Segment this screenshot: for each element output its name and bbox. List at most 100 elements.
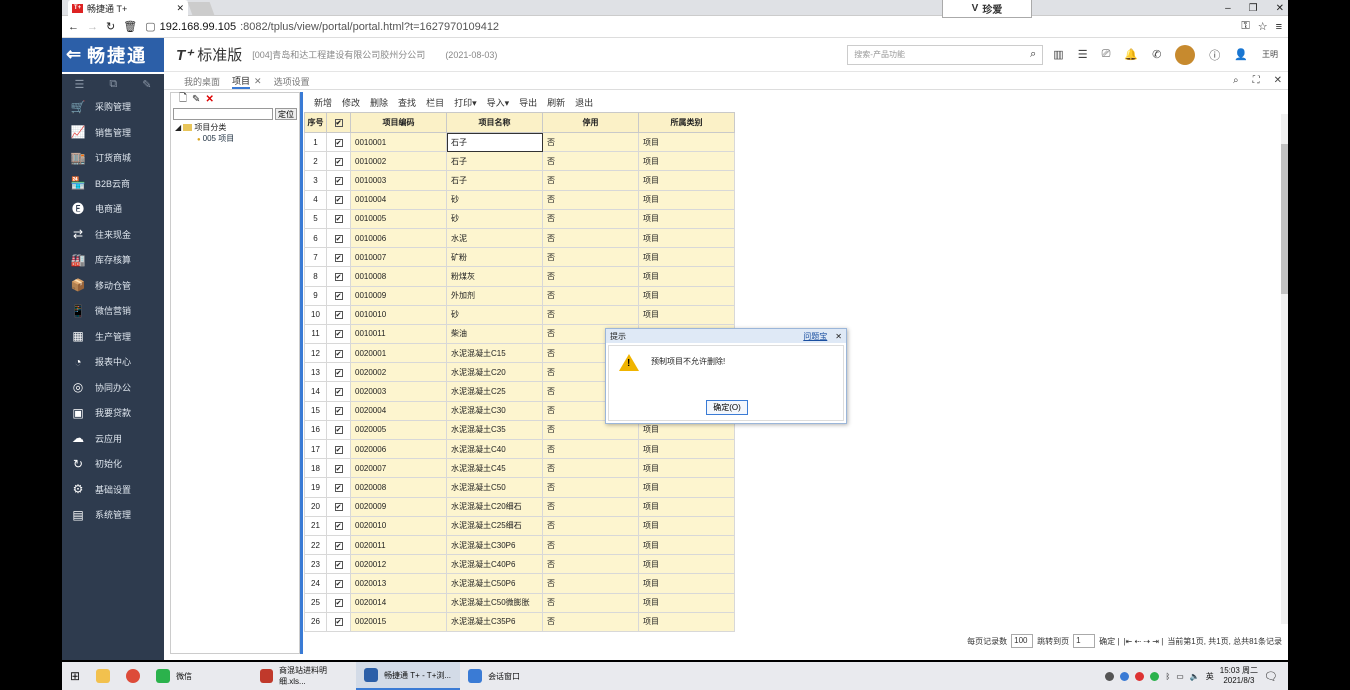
nav-item-5[interactable]: ⇄ 往来现金 bbox=[62, 222, 164, 248]
cell-disabled[interactable]: 否 bbox=[542, 534, 639, 556]
cell-category[interactable]: 项目 bbox=[638, 131, 735, 153]
row-checkbox-cell[interactable]: ✔ bbox=[326, 458, 351, 479]
row-checkbox-cell[interactable]: ✔ bbox=[326, 189, 351, 210]
toolbar-button-9[interactable]: 退出 bbox=[575, 96, 593, 109]
nav-item-12[interactable]: ▣ 我要贷款 bbox=[62, 400, 164, 426]
cell-code[interactable]: 0010004 bbox=[350, 189, 447, 210]
key-icon[interactable]: ⚿ bbox=[1241, 20, 1249, 33]
table-row[interactable]: 8 ✔ 0010008 粉煤灰否项目 bbox=[304, 266, 735, 287]
cell-name[interactable]: 矿粉 bbox=[446, 247, 543, 268]
tray-cloud-icon[interactable] bbox=[1120, 671, 1130, 681]
cell-name[interactable]: 水泥混凝土C40 bbox=[446, 438, 543, 460]
locate-button[interactable]: 定位 bbox=[275, 108, 297, 120]
vertical-scrollbar[interactable] bbox=[1281, 114, 1288, 624]
nav-item-8[interactable]: 📱 微信营销 bbox=[62, 298, 164, 324]
browser-tab[interactable]: T+ 畅捷通 T+ ✕ bbox=[68, 0, 188, 16]
row-checkbox-cell[interactable]: ✔ bbox=[326, 419, 351, 441]
row-checkbox-cell[interactable]: ✔ bbox=[326, 227, 351, 249]
table-row[interactable]: 9 ✔ 0010009 外加剂否项目 bbox=[304, 285, 735, 306]
table-row[interactable]: 5 ✔ 0010005 砂否项目 bbox=[304, 208, 735, 229]
row-checkbox-cell[interactable]: ✔ bbox=[326, 151, 351, 172]
cell-name[interactable]: 柴油 bbox=[446, 323, 543, 345]
toolbar-button-1[interactable]: 修改 bbox=[342, 96, 360, 109]
new-tab-button[interactable] bbox=[187, 2, 215, 15]
back-icon[interactable]: ← bbox=[68, 21, 79, 33]
row-checkbox[interactable]: ✔ bbox=[334, 407, 343, 416]
cell-name[interactable]: 石子 bbox=[446, 131, 543, 153]
cell-category[interactable]: 项目 bbox=[638, 170, 735, 191]
row-checkbox[interactable]: ✔ bbox=[334, 349, 343, 358]
menu-icon[interactable]: ≡ bbox=[1276, 21, 1282, 33]
cell-category[interactable]: 项目 bbox=[638, 458, 735, 479]
toolbar-button-7[interactable]: 导出 bbox=[519, 96, 537, 109]
nav-item-4[interactable]: 🅔 电商通 bbox=[62, 196, 164, 222]
cell-name[interactable]: 水泥 bbox=[446, 227, 543, 249]
table-row[interactable]: 23 ✔ 0020012 水泥混凝土C40P6 否项目 bbox=[304, 554, 735, 575]
cell-category[interactable]: 项目 bbox=[638, 534, 735, 556]
cell-disabled[interactable]: 否 bbox=[542, 611, 639, 632]
cell-disabled[interactable]: 否 bbox=[542, 247, 639, 268]
url-field[interactable]: ▢ 192.168.99.105:8082/tplus/view/portal/… bbox=[145, 19, 1233, 35]
tree-root-node[interactable]: ◢ 项目分类 bbox=[171, 122, 299, 133]
task-list-icon[interactable]: ☰ bbox=[1078, 48, 1088, 61]
col-header-name[interactable]: 项目名称 bbox=[446, 112, 543, 133]
bell-icon[interactable]: 🔔 bbox=[1124, 48, 1138, 61]
cell-disabled[interactable]: 否 bbox=[542, 554, 639, 575]
row-checkbox[interactable]: ✔ bbox=[334, 522, 343, 531]
row-checkbox[interactable]: ✔ bbox=[334, 464, 343, 473]
phone-icon[interactable]: ✆ bbox=[1152, 48, 1161, 61]
toolbar-button-4[interactable]: 栏目 bbox=[426, 96, 444, 109]
row-checkbox[interactable]: ✔ bbox=[334, 311, 343, 320]
row-checkbox-cell[interactable]: ✔ bbox=[326, 323, 351, 345]
cell-name[interactable]: 砂 bbox=[446, 208, 543, 229]
row-checkbox-cell[interactable]: ✔ bbox=[326, 266, 351, 287]
nav-item-10[interactable]: ◔ 报表中心 bbox=[62, 349, 164, 375]
cell-category[interactable]: 项目 bbox=[638, 438, 735, 460]
cell-category[interactable]: 项目 bbox=[638, 573, 735, 594]
cell-name[interactable]: 水泥混凝土C20细石 bbox=[446, 496, 543, 517]
close-window-icon[interactable]: ✕ bbox=[1276, 3, 1284, 14]
row-checkbox-cell[interactable]: ✔ bbox=[326, 285, 351, 306]
cell-code[interactable]: 0020003 bbox=[350, 381, 447, 402]
cell-code[interactable]: 0010010 bbox=[350, 304, 447, 325]
toolbar-button-8[interactable]: 刷新 bbox=[547, 96, 565, 109]
nav-item-13[interactable]: ☁ 云应用 bbox=[62, 426, 164, 452]
row-checkbox[interactable]: ✔ bbox=[334, 196, 343, 205]
nav-item-1[interactable]: 📈 销售管理 bbox=[62, 120, 164, 146]
cell-name[interactable]: 水泥混凝土C50微膨胀 bbox=[446, 592, 543, 613]
edit-doc-icon[interactable]: ✎ bbox=[192, 94, 200, 105]
cell-code[interactable]: 0010009 bbox=[350, 285, 447, 306]
history-icon[interactable]: ⧉ bbox=[109, 78, 117, 91]
cell-category[interactable]: 项目 bbox=[638, 247, 735, 268]
cell-code[interactable]: 0010001 bbox=[350, 131, 447, 153]
taskbar-app-1[interactable]: 商混站进料明细.xls... bbox=[252, 662, 356, 690]
row-checkbox-cell[interactable]: ✔ bbox=[326, 515, 351, 536]
cell-disabled[interactable]: 否 bbox=[542, 496, 639, 517]
cell-code[interactable]: 0020013 bbox=[350, 573, 447, 594]
cell-code[interactable]: 0020007 bbox=[350, 458, 447, 479]
row-checkbox[interactable]: ✔ bbox=[334, 560, 343, 569]
row-checkbox-cell[interactable]: ✔ bbox=[326, 381, 351, 402]
table-row[interactable]: 25 ✔ 0020014 水泥混凝土C50微膨胀否项目 bbox=[304, 592, 735, 613]
row-checkbox-cell[interactable]: ✔ bbox=[326, 554, 351, 575]
table-row[interactable]: 3 ✔ 0010003 石子否项目 bbox=[304, 170, 735, 191]
cell-code[interactable]: 0020001 bbox=[350, 343, 447, 364]
cell-category[interactable]: 项目 bbox=[638, 611, 735, 632]
cell-category[interactable]: 项目 bbox=[638, 592, 735, 613]
delete-icon[interactable]: ✕ bbox=[205, 94, 213, 105]
start-button[interactable]: ⊞ bbox=[62, 662, 88, 690]
cell-code[interactable]: 0010005 bbox=[350, 208, 447, 229]
cell-code[interactable]: 0010007 bbox=[350, 247, 447, 268]
nav-item-11[interactable]: ◎ 协同办公 bbox=[62, 375, 164, 401]
row-checkbox[interactable]: ✔ bbox=[334, 618, 343, 627]
table-row[interactable]: 10 ✔ 0010010 砂否项目 bbox=[304, 304, 735, 325]
cell-category[interactable]: 项目 bbox=[638, 208, 735, 229]
close-tab-icon[interactable]: ✕ bbox=[176, 3, 184, 14]
taskbar-app-0[interactable]: 微信 bbox=[148, 662, 252, 690]
row-checkbox[interactable]: ✔ bbox=[334, 138, 343, 147]
cell-name[interactable]: 水泥混凝土C45 bbox=[446, 458, 543, 479]
cell-code[interactable]: 0020002 bbox=[350, 362, 447, 383]
cell-name[interactable]: 水泥混凝土C35P6 bbox=[446, 611, 543, 632]
tray-wechat-icon[interactable] bbox=[1150, 671, 1160, 681]
mascot-icon[interactable] bbox=[1175, 44, 1196, 65]
